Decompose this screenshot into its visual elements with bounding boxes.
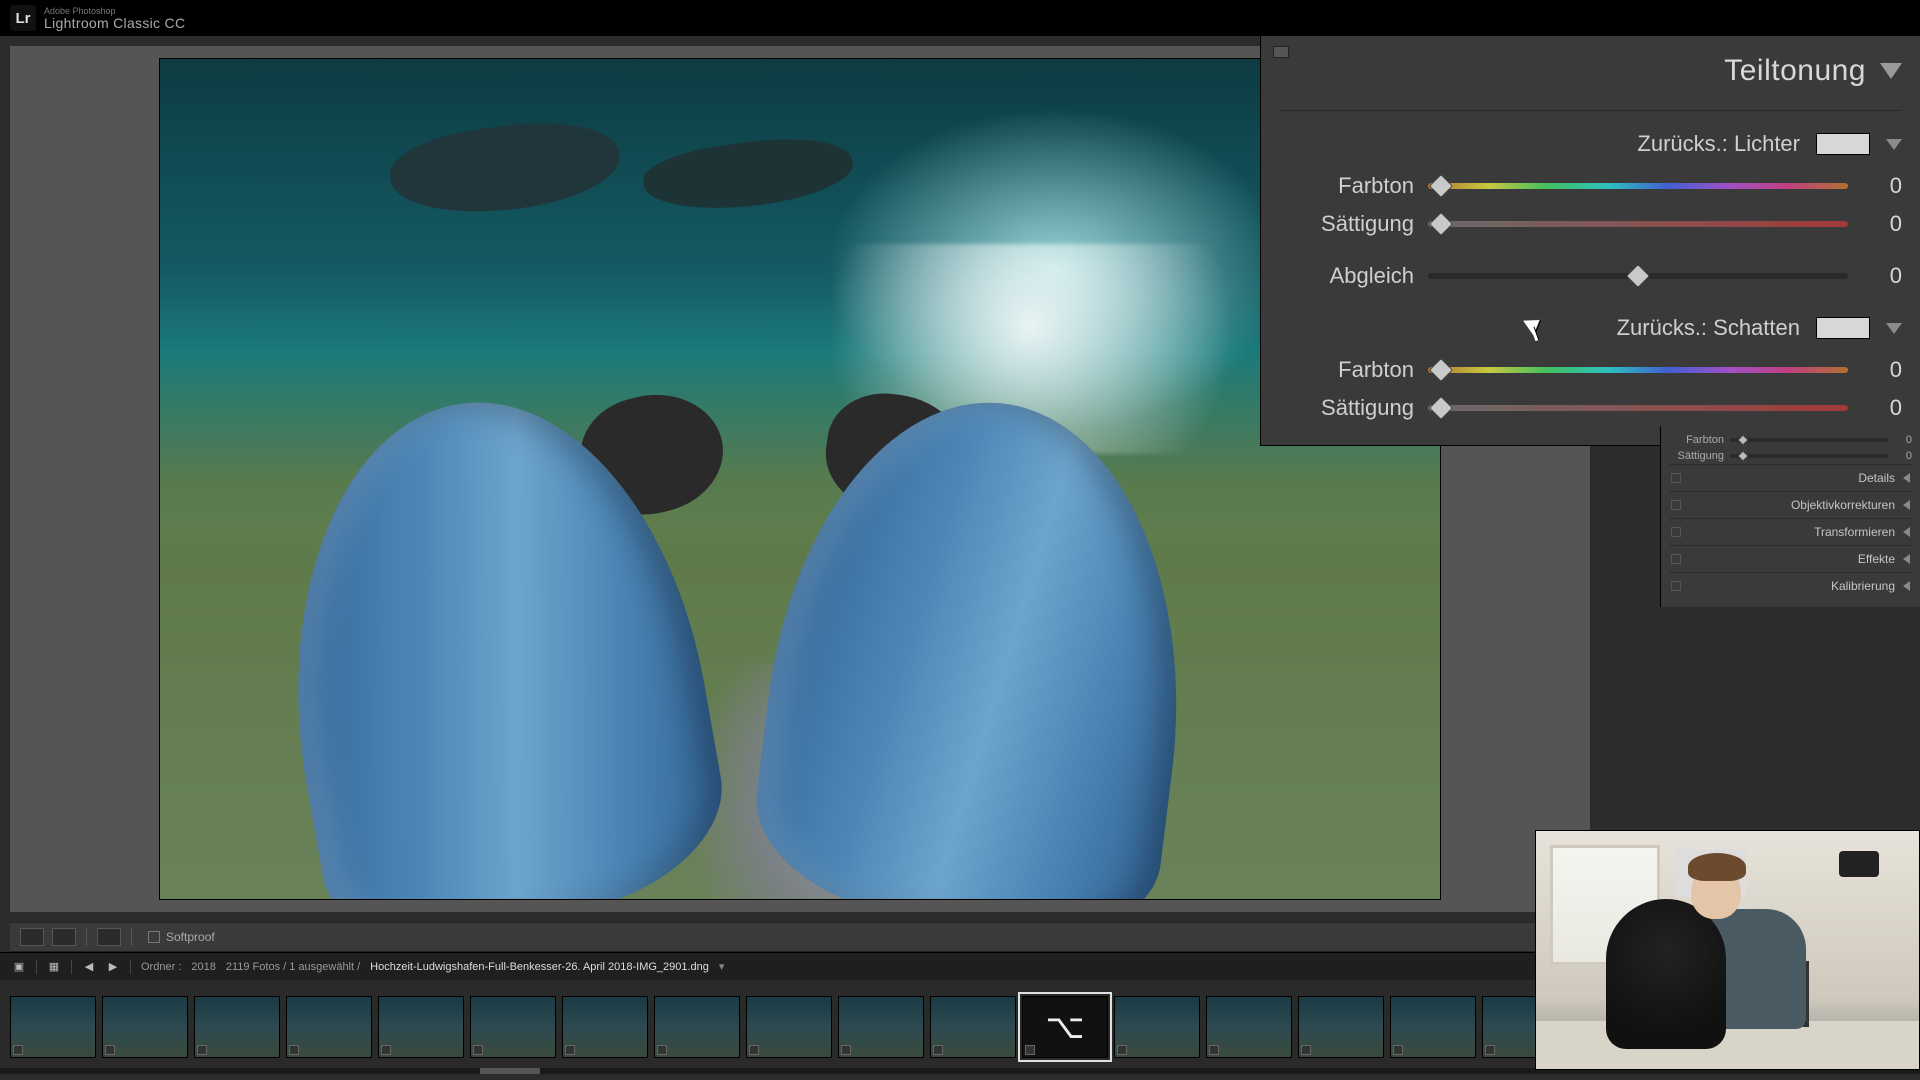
thumbnail-badge-icon (197, 1045, 207, 1055)
filmstrip-thumbnail[interactable] (286, 996, 372, 1058)
filmstrip-thumbnail[interactable] (194, 996, 280, 1058)
chevron-left-icon (1903, 581, 1910, 591)
mouse-cursor-icon (1527, 315, 1547, 343)
app-titlebar: Lr Adobe Photoshop Lightroom Classic CC (0, 0, 1920, 36)
thumbnail-badge-icon (1485, 1045, 1495, 1055)
thumbnail-badge-icon (381, 1045, 391, 1055)
view-before-after-button[interactable] (52, 928, 76, 946)
softproof-checkbox[interactable] (148, 931, 160, 943)
thumbnail-badge-icon (933, 1045, 943, 1055)
app-logo: Lr (10, 5, 36, 31)
section-details[interactable]: Details (1669, 464, 1912, 491)
split-toning-panel: Teiltonung Zurücks.: Lichter Farbton 0 S… (1260, 36, 1920, 446)
thumbnail-badge-icon (473, 1045, 483, 1055)
shadows-hue-label: Farbton (1279, 357, 1414, 383)
highlights-header: Zurücks.: Lichter (1279, 125, 1902, 167)
shadows-hue-slider[interactable] (1428, 360, 1848, 380)
mini-hue-value[interactable]: 0 (1894, 434, 1912, 446)
highlights-sat-label: Sättigung (1279, 211, 1414, 237)
filmstrip-thumbnail[interactable] (746, 996, 832, 1058)
second-monitor-icon[interactable]: ▣ (12, 960, 26, 974)
thumbnail-badge-icon (1393, 1045, 1403, 1055)
filmstrip-thumbnail[interactable] (1114, 996, 1200, 1058)
photo-count-text: 2119 Fotos / 1 ausgewählt / (226, 961, 360, 973)
thumbnail-badge-icon (13, 1045, 23, 1055)
section-calibration[interactable]: Kalibrierung (1669, 572, 1912, 599)
view-loupe-button[interactable] (20, 928, 44, 946)
filmstrip-thumbnail[interactable] (562, 996, 648, 1058)
webcam-overlay (1535, 830, 1920, 1070)
shadows-reset-label[interactable]: Zurücks.: Schatten (1617, 315, 1800, 341)
thumbnail-badge-icon (841, 1045, 851, 1055)
filmstrip-thumbnail[interactable]: ⌥ (1022, 996, 1108, 1058)
view-compare-button[interactable] (97, 928, 121, 946)
chevron-left-icon (1903, 554, 1910, 564)
folder-label: Ordner : (141, 961, 181, 973)
thumbnail-badge-icon (289, 1045, 299, 1055)
shadows-disclosure-icon[interactable] (1886, 323, 1902, 334)
section-effects[interactable]: Effekte (1669, 545, 1912, 572)
current-filename: Hochzeit-Ludwigshafen-Full-Benkesser-26.… (370, 961, 709, 973)
chevron-left-icon (1903, 473, 1910, 483)
highlights-hue-label: Farbton (1279, 173, 1414, 199)
mini-sat-slider[interactable] (1730, 454, 1888, 458)
shadows-color-swatch[interactable] (1816, 317, 1870, 339)
filmstrip-thumbnail[interactable] (378, 996, 464, 1058)
right-panel-dock: Farbton 0 Sättigung 0 Details Objektivko… (1660, 426, 1920, 607)
section-lens-corrections[interactable]: Objektivkorrekturen (1669, 491, 1912, 518)
panel-dock-icon[interactable] (1273, 46, 1289, 58)
shadows-hue-value[interactable]: 0 (1862, 357, 1902, 383)
filmstrip-thumbnail[interactable] (1298, 996, 1384, 1058)
shadows-header: Zurücks.: Schatten (1279, 309, 1902, 351)
softproof-label: Softproof (166, 930, 215, 944)
mini-sat-label: Sättigung (1669, 450, 1724, 462)
filmstrip-thumbnail[interactable] (1390, 996, 1476, 1058)
highlights-sat-value[interactable]: 0 (1862, 211, 1902, 237)
filmstrip-thumbnail[interactable] (10, 996, 96, 1058)
shadows-sat-value[interactable]: 0 (1862, 395, 1902, 421)
preview-image[interactable] (160, 59, 1440, 899)
highlights-hue-value[interactable]: 0 (1862, 173, 1902, 199)
filmstrip-thumbnail[interactable] (1206, 996, 1292, 1058)
filmstrip-thumbnail[interactable] (102, 996, 188, 1058)
chevron-left-icon (1903, 527, 1910, 537)
highlights-disclosure-icon[interactable] (1886, 139, 1902, 150)
thumbnail-badge-icon (1301, 1045, 1311, 1055)
balance-label: Abgleich (1279, 263, 1414, 289)
mini-hue-slider[interactable] (1730, 438, 1888, 442)
thumbnail-badge-icon (749, 1045, 759, 1055)
nav-back-icon[interactable]: ◀ (82, 960, 96, 974)
thumbnail-badge-icon (105, 1045, 115, 1055)
view-toolbar: Softproof (10, 922, 1590, 952)
filmstrip-thumbnail[interactable] (930, 996, 1016, 1058)
highlights-hue-slider[interactable] (1428, 176, 1848, 196)
app-name-label: Lightroom Classic CC (44, 16, 185, 30)
nav-forward-icon[interactable]: ▶ (106, 960, 120, 974)
filmstrip-thumbnail[interactable] (838, 996, 924, 1058)
panel-collapse-icon[interactable] (1880, 63, 1902, 79)
panel-title: Teiltonung (1724, 54, 1866, 88)
shadows-sat-slider[interactable] (1428, 398, 1848, 418)
section-transform[interactable]: Transformieren (1669, 518, 1912, 545)
shadows-sat-label: Sättigung (1279, 395, 1414, 421)
highlights-reset-label[interactable]: Zurücks.: Lichter (1637, 131, 1800, 157)
balance-slider[interactable] (1428, 266, 1848, 286)
thumbnail-badge-icon (1025, 1045, 1035, 1055)
highlights-sat-slider[interactable] (1428, 214, 1848, 234)
thumbnail-badge-icon (657, 1045, 667, 1055)
chevron-left-icon (1903, 500, 1910, 510)
balance-value[interactable]: 0 (1862, 263, 1902, 289)
filmstrip-thumbnail[interactable] (654, 996, 740, 1058)
grid-view-icon[interactable]: ▦ (47, 960, 61, 974)
thumbnail-badge-icon (1117, 1045, 1127, 1055)
highlights-color-swatch[interactable] (1816, 133, 1870, 155)
thumbnail-badge-icon (565, 1045, 575, 1055)
selected-glyph: ⌥ (1023, 997, 1107, 1057)
mini-hue-label: Farbton (1669, 434, 1724, 446)
thumbnail-badge-icon (1209, 1045, 1219, 1055)
mini-sat-value[interactable]: 0 (1894, 450, 1912, 462)
folder-year[interactable]: 2018 (191, 961, 215, 973)
filmstrip-thumbnail[interactable] (470, 996, 556, 1058)
